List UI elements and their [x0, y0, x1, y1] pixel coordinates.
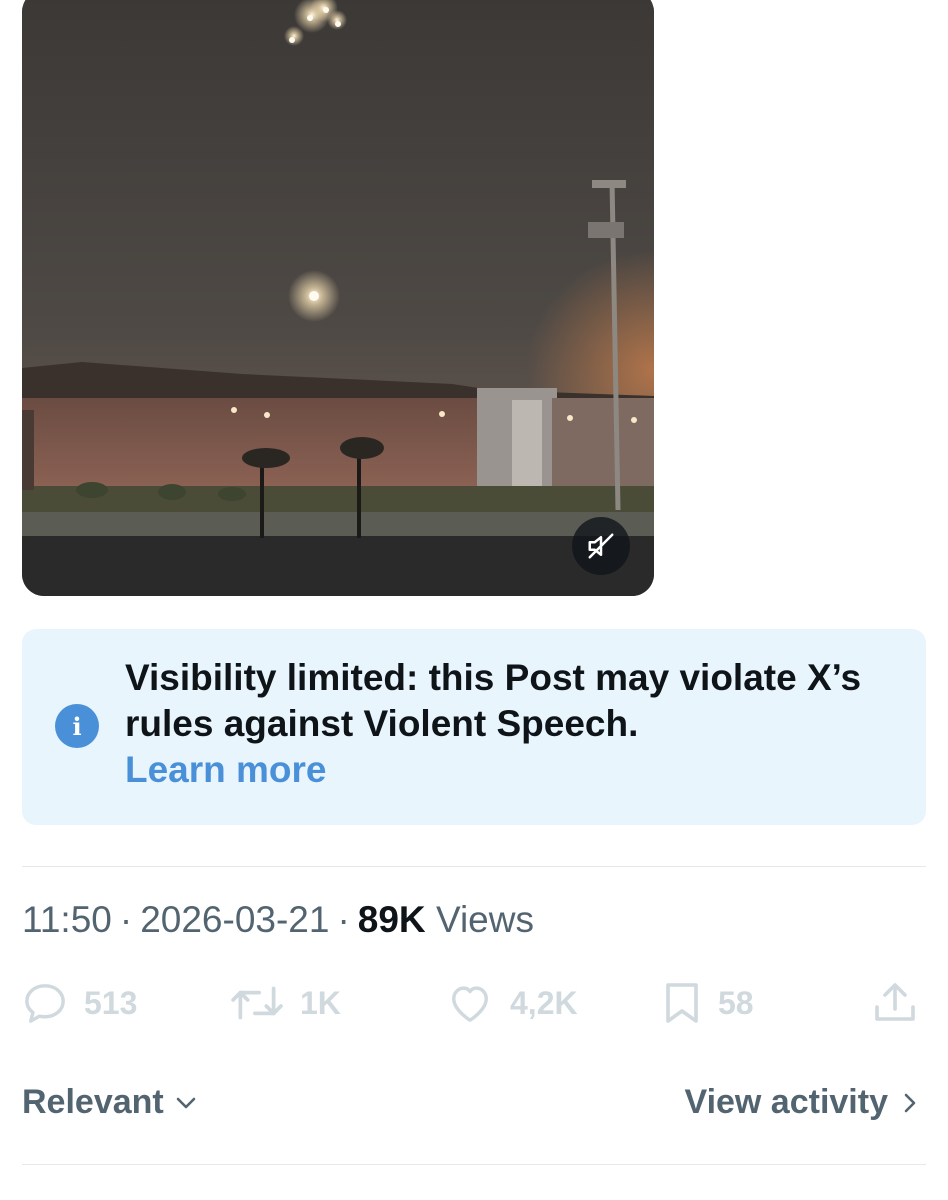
- repost-count: 1K: [300, 984, 341, 1021]
- views-count: 89K: [357, 899, 426, 940]
- post-video[interactable]: [22, 0, 654, 596]
- divider: [22, 866, 926, 867]
- learn-more-link[interactable]: Learn more: [125, 747, 885, 793]
- reply-count: 513: [84, 984, 138, 1021]
- like-button[interactable]: 4,2K: [446, 978, 578, 1028]
- like-count: 4,2K: [510, 984, 578, 1021]
- reply-icon: [25, 984, 65, 1023]
- info-glyph: i: [72, 711, 82, 741]
- heart-icon: [452, 986, 488, 1022]
- notice-text: Visibility limited: this Post may violat…: [125, 657, 862, 744]
- share-button[interactable]: [872, 978, 918, 1028]
- post-date[interactable]: 2026-03-21: [140, 899, 329, 940]
- bookmark-button[interactable]: 58: [662, 978, 754, 1028]
- video-frame: [22, 0, 654, 596]
- reply-sort-dropdown[interactable]: Relevant: [22, 1083, 198, 1122]
- view-activity-label: View activity: [684, 1083, 889, 1121]
- share-icon: [875, 983, 915, 1021]
- bookmark-icon: [666, 983, 698, 1023]
- post-meta: 11:50 · 2026-03-21 · 89K Views: [22, 898, 534, 942]
- sort-label: Relevant: [22, 1083, 164, 1121]
- separator: ·: [119, 899, 133, 940]
- info-icon: i: [55, 704, 99, 748]
- chevron-down-icon: [176, 1097, 196, 1108]
- views-label: Views: [435, 899, 534, 940]
- divider: [22, 1164, 926, 1165]
- bookmark-count: 58: [718, 984, 754, 1021]
- view-activity-link[interactable]: View activity: [685, 1083, 919, 1122]
- repost-icon: [231, 986, 283, 1020]
- visibility-notice: i Visibility limited: this Post may viol…: [22, 629, 926, 825]
- volume-muted-icon: [588, 533, 614, 559]
- post-detail: i Visibility limited: this Post may viol…: [0, 0, 948, 1200]
- post-time[interactable]: 11:50: [22, 899, 112, 940]
- notice-message: Visibility limited: this Post may violat…: [125, 655, 885, 793]
- separator: ·: [337, 899, 350, 940]
- repost-button[interactable]: 1K: [230, 978, 341, 1028]
- mute-toggle-button[interactable]: [572, 517, 630, 575]
- chevron-right-icon: [904, 1093, 916, 1112]
- reply-button[interactable]: 513: [22, 978, 137, 1028]
